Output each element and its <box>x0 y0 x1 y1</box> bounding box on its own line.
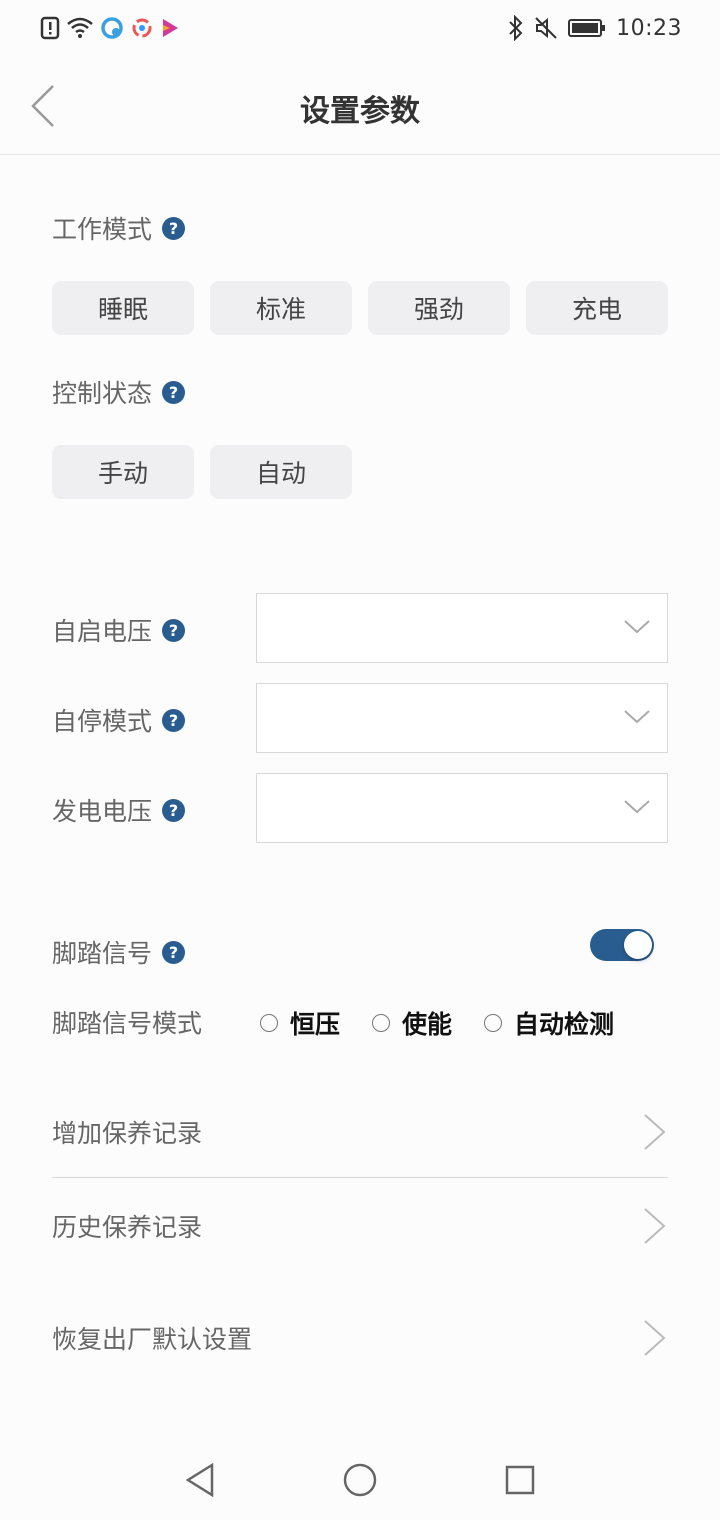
control-state-label-text: 控制状态 <box>52 379 153 408</box>
auto-start-voltage-select[interactable] <box>256 593 668 663</box>
mute-icon <box>535 17 557 39</box>
work-mode-option-strong[interactable]: 强劲 <box>368 281 510 335</box>
pedal-mode-label-text: 脚踏信号模式 <box>52 1009 203 1038</box>
battery-icon <box>568 19 606 37</box>
help-icon[interactable]: ? <box>162 798 186 822</box>
chevron-down-icon <box>624 620 650 634</box>
radio-label: 使能 <box>402 1010 453 1039</box>
app-icon-play <box>163 19 178 37</box>
bluetooth-icon <box>509 15 523 41</box>
square-recents-icon <box>505 1465 535 1495</box>
auto-start-voltage-label: 自启电压 ? <box>52 612 186 648</box>
chevron-down-icon <box>624 710 650 724</box>
generate-voltage-label-text: 发电电压 <box>52 797 153 826</box>
pedal-mode-label: 脚踏信号模式 <box>52 1004 202 1040</box>
generate-voltage-label: 发电电压 ? <box>52 792 186 828</box>
status-bar: 10:23 <box>0 0 720 56</box>
help-icon[interactable]: ? <box>162 216 186 240</box>
pedal-signal-label-text: 脚踏信号 <box>52 939 153 968</box>
app-icon-cloud <box>101 17 123 39</box>
status-icons-right: 10:23 <box>508 14 682 42</box>
pedal-mode-option-enable[interactable]: 使能 <box>372 1005 452 1041</box>
help-icon[interactable]: ? <box>162 940 186 964</box>
work-mode-option-sleep[interactable]: 睡眠 <box>52 281 194 335</box>
status-time: 10:23 <box>616 15 682 41</box>
pedal-mode-radio-group: 恒压 使能 自动检测 <box>260 1005 646 1041</box>
page-title: 设置参数 <box>300 94 420 129</box>
app-icon-ring <box>132 18 152 38</box>
control-state-option-manual[interactable]: 手动 <box>52 445 194 499</box>
auto-stop-mode-select[interactable] <box>256 683 668 753</box>
menu-label: 恢复出厂默认设置 <box>52 1325 253 1354</box>
toggle-knob <box>624 931 652 959</box>
add-maintenance-record-row[interactable]: 增加保养记录 <box>52 1087 668 1177</box>
work-mode-label: 工作模式 ? <box>52 210 186 246</box>
radio-circle <box>484 1014 503 1032</box>
nav-home-button[interactable] <box>340 1460 380 1500</box>
chevron-right-icon <box>644 1320 666 1356</box>
auto-stop-mode-label: 自停模式 ? <box>52 702 186 738</box>
help-icon[interactable]: ? <box>162 708 186 732</box>
app-header: 设置参数 <box>0 56 720 155</box>
radio-label: 恒压 <box>290 1010 341 1039</box>
chevron-right-icon <box>644 1208 666 1244</box>
status-icons-left <box>40 14 180 42</box>
circle-home-icon <box>343 1463 377 1497</box>
auto-stop-mode-label-text: 自停模式 <box>52 707 153 736</box>
wifi-icon <box>67 17 93 38</box>
control-state-option-auto[interactable]: 自动 <box>210 445 352 499</box>
help-icon[interactable]: ? <box>162 618 186 642</box>
radio-circle <box>372 1014 391 1032</box>
generate-voltage-select[interactable] <box>256 773 668 843</box>
pedal-mode-option-auto-detect[interactable]: 自动检测 <box>484 1005 614 1041</box>
radio-label: 自动检测 <box>514 1010 615 1039</box>
nav-recents-button[interactable] <box>500 1460 540 1500</box>
factory-reset-row[interactable]: 恢复出厂默认设置 <box>52 1293 668 1383</box>
auto-start-voltage-label-text: 自启电压 <box>52 617 153 646</box>
nav-back-button[interactable] <box>180 1460 220 1500</box>
alert-icon <box>40 16 60 40</box>
work-mode-option-charge[interactable]: 充电 <box>526 281 668 335</box>
work-mode-option-standard[interactable]: 标准 <box>210 281 352 335</box>
history-maintenance-record-row[interactable]: 历史保养记录 <box>52 1181 668 1271</box>
work-mode-label-text: 工作模式 <box>52 215 153 244</box>
pedal-mode-option-constant[interactable]: 恒压 <box>260 1005 340 1041</box>
control-state-label: 控制状态 ? <box>52 374 186 410</box>
chevron-down-icon <box>624 800 650 814</box>
radio-circle <box>260 1014 278 1032</box>
divider <box>52 1177 668 1178</box>
pedal-signal-toggle[interactable] <box>590 929 654 961</box>
triangle-back-icon <box>185 1462 214 1498</box>
menu-label: 历史保养记录 <box>52 1213 203 1242</box>
menu-label: 增加保养记录 <box>52 1119 203 1148</box>
chevron-right-icon <box>644 1114 666 1150</box>
system-nav-bar <box>0 1440 720 1520</box>
help-icon[interactable]: ? <box>162 380 186 404</box>
pedal-signal-label: 脚踏信号 ? <box>52 934 186 970</box>
